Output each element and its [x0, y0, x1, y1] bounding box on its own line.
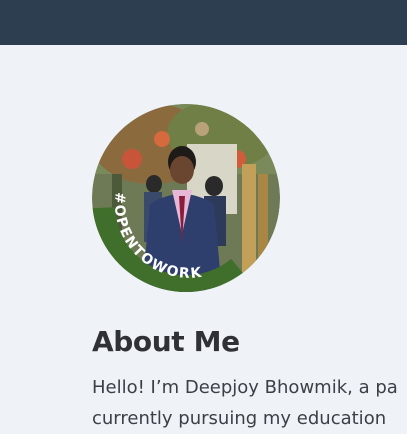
top-navbar [0, 0, 407, 45]
about-text-line-2: currently pursuing my education [92, 408, 387, 429]
profile-avatar[interactable]: #OPENTOWORK [92, 104, 280, 292]
avatar-photo: #OPENTOWORK [92, 104, 280, 292]
about-text-line-1: Hello! I’m Deepjoy Bhowmik, a pa [92, 377, 398, 398]
about-me-heading: About Me [92, 325, 240, 358]
about-me-text: Hello! I’m Deepjoy Bhowmik, a pa current… [92, 372, 407, 434]
